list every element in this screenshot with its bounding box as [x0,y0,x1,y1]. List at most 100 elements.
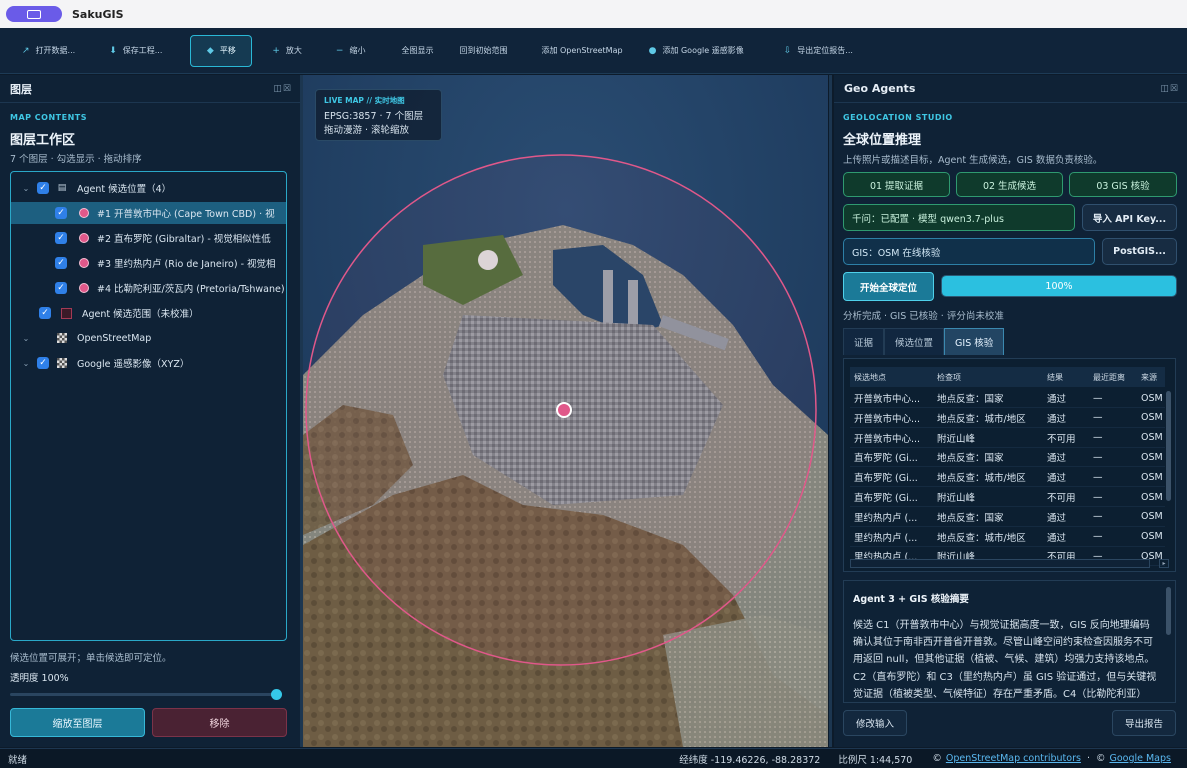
splitter-right[interactable] [829,75,832,747]
table-cell: OSM [1141,531,1163,543]
globe-icon: ● [648,45,657,56]
column-header[interactable]: 来源 [1137,367,1165,387]
opacity-slider[interactable] [10,689,282,700]
summary-scrollbar[interactable] [1166,587,1171,635]
full-extent-button[interactable]: 全图显示 [391,35,443,67]
column-header[interactable]: 检查项 [933,367,1043,387]
layer-label: #4 比勒陀利亚/茨瓦内 (Pretoria/Tshwane) [97,284,285,295]
status-scale: 比例尺 1:44,570 [838,754,913,766]
add-google-imagery-button[interactable]: ● 添加 Google 遥感影像 [639,35,754,67]
layer-osm[interactable]: ⌄ OpenStreetMap [11,327,286,349]
polygon-icon [61,307,72,319]
layer-candidate-range[interactable]: ✓ Agent 候选范围（未校准） [11,302,286,324]
checkbox[interactable]: ✓ [55,282,67,294]
agents-heading: 全球位置推理 [843,133,922,148]
table-row[interactable]: 开普敦市中心... 附近山峰 不可用 — OSM [850,429,1165,448]
table-cell: 直布罗陀 (Gi... [854,493,918,504]
checkbox[interactable]: ✓ [55,257,67,269]
table-row[interactable]: 开普敦市中心... 地点反查：国家 通过 — OSM [850,389,1165,408]
open-data-button[interactable]: ↗ 打开数据... [12,35,85,67]
import-api-key-button[interactable]: 导入 API Key... [1082,204,1177,231]
scroll-right-icon[interactable]: ▸ [1159,559,1169,568]
table-cell: — [1093,511,1103,523]
slider-thumb[interactable] [271,689,282,700]
export-icon: ⇩ [783,45,792,56]
checkbox[interactable]: ✓ [55,207,67,219]
float-icon[interactable]: ◫ [273,84,283,94]
edit-input-button[interactable]: 修改输入 [843,710,907,736]
panel-controls[interactable]: ◫☒ [273,84,292,94]
checkbox[interactable]: ✓ [39,307,51,319]
table-cell: OSM [1141,471,1163,483]
app-icon[interactable] [6,6,62,22]
checkbox[interactable]: ✓ [37,182,49,194]
column-header[interactable]: 最近距离 [1089,367,1137,387]
google-attribution-link[interactable]: Google Maps [1109,753,1171,764]
column-header[interactable]: 结果 [1043,367,1089,387]
layer-group-candidates[interactable]: ⌄ ✓ ▤ Agent 候选位置（4） [11,177,286,199]
table-row[interactable]: 直布罗陀 (Gi... 地点反查：城市/地区 通过 — OSM [850,468,1165,488]
analysis-status: 分析完成 · GIS 已核验 · 评分尚未校准 [843,311,1004,322]
close-icon[interactable]: ☒ [1170,84,1179,94]
table-row[interactable]: 开普敦市中心... 地点反查：城市/地区 通过 — OSM [850,409,1165,428]
checkbox[interactable]: ✓ [37,357,49,369]
layer-candidate-4[interactable]: ✓ #4 比勒陀利亚/茨瓦内 (Pretoria/Tshwane) [11,277,286,299]
table-cell: — [1093,392,1103,404]
postgis-button[interactable]: PostGIS... [1102,238,1177,265]
close-icon[interactable]: ☒ [283,84,292,94]
table-cell: 开普敦市中心... [854,433,921,445]
table-row[interactable]: 里约热内卢 (... 地点反查：城市/地区 通过 — OSM [850,528,1165,547]
table-hscrollbar[interactable] [850,559,1150,568]
open-data-label: 打开数据... [35,46,76,55]
layer-candidate-1[interactable]: ✓ #1 开普敦市中心 (Cape Town CBD) · 视 [11,202,286,224]
save-project-label: 保存工程... [122,46,163,55]
layer-group-icon: ▤ [57,183,67,193]
table-cell: 地点反查：城市/地区 [937,413,1026,425]
export-report-label: 导出定位报告... [797,46,853,55]
map-view[interactable]: LIVE MAP // 实时地图 EPSG:3857 · 7 个图层 拖动漫游 … [303,75,828,747]
status-bar: 就绪 经纬度 -119.46226, -88.28372 比例尺 1:44,57… [0,748,1187,768]
pan-button[interactable]: ◆ 平移 [190,34,253,67]
column-header[interactable]: 候选地点 [850,367,933,387]
table-row[interactable]: 直布罗陀 (Gi... 地点反查：国家 通过 — OSM [850,448,1165,468]
tab-candidates[interactable]: 候选位置 [884,328,945,355]
table-scrollbar[interactable] [1166,391,1171,501]
table-row[interactable]: 直布罗陀 (Gi... 附近山峰 不可用 — OSM [850,488,1165,507]
chevron-icon[interactable]: ⌄ [21,359,31,368]
checkbox[interactable]: ✓ [55,232,67,244]
zoom-out-button[interactable]: − 缩小 [326,35,376,67]
layer-google-imagery[interactable]: ⌄ ✓ Google 遥感影像（XYZ） [11,352,286,374]
tab-gis-verify[interactable]: GIS 核验 [944,328,1005,355]
table-cell: 直布罗陀 (Gi... [854,453,918,465]
table-cell: 通过 [1047,512,1067,524]
initial-extent-button[interactable]: 回到初始范围 [449,35,517,67]
save-project-button[interactable]: ⬇ 保存工程... [99,35,172,67]
map-info-badge: LIVE MAP // 实时地图 EPSG:3857 · 7 个图层 拖动漫游 … [315,89,442,141]
panel-controls[interactable]: ◫☒ [1160,84,1179,94]
step-extract-evidence[interactable]: 01 提取证据 [843,172,950,197]
candidate-point-icon [79,208,89,218]
chevron-down-icon[interactable]: ⌄ [21,184,31,193]
layer-candidate-3[interactable]: ✓ #3 里约热内卢 (Rio de Janeiro) - 视觉相 [11,252,286,274]
float-icon[interactable]: ◫ [1160,84,1170,94]
step-gis-verify[interactable]: 03 GIS 核验 [1069,172,1177,197]
layers-heading: 图层工作区 [10,133,76,148]
chevron-icon[interactable]: ⌄ [21,334,31,343]
zoom-in-button[interactable]: + 放大 [262,35,312,67]
export-report-button[interactable]: ⇩ 导出定位报告... [774,35,863,67]
remove-layer-button[interactable]: 移除 [152,708,287,737]
export-report-button-bottom[interactable]: 导出报告 [1112,710,1176,736]
add-osm-button[interactable]: 添加 OpenStreetMap [531,35,632,67]
zoom-to-layer-button[interactable]: 缩放至图层 [10,708,145,737]
copyright-sign: © [1095,753,1106,764]
layer-candidate-2[interactable]: ✓ #2 直布罗陀 (Gibraltar) - 视觉相似性低 [11,227,286,249]
step-generate-candidates[interactable]: 02 生成候选 [956,172,1063,197]
table-row[interactable]: 里约热内卢 (... 地点反查：国家 通过 — OSM [850,508,1165,527]
layers-hint: 候选位置可展开；单击候选即可定位。 [10,653,172,664]
table-cell: — [1093,531,1103,543]
table-cell: 直布罗陀 (Gi... [854,473,918,485]
tab-evidence[interactable]: 证据 [843,328,885,355]
candidate-point-icon [79,258,89,268]
start-geolocation-button[interactable]: 开始全球定位 [843,272,934,301]
osm-attribution-link[interactable]: OpenStreetMap contributors [946,753,1081,764]
